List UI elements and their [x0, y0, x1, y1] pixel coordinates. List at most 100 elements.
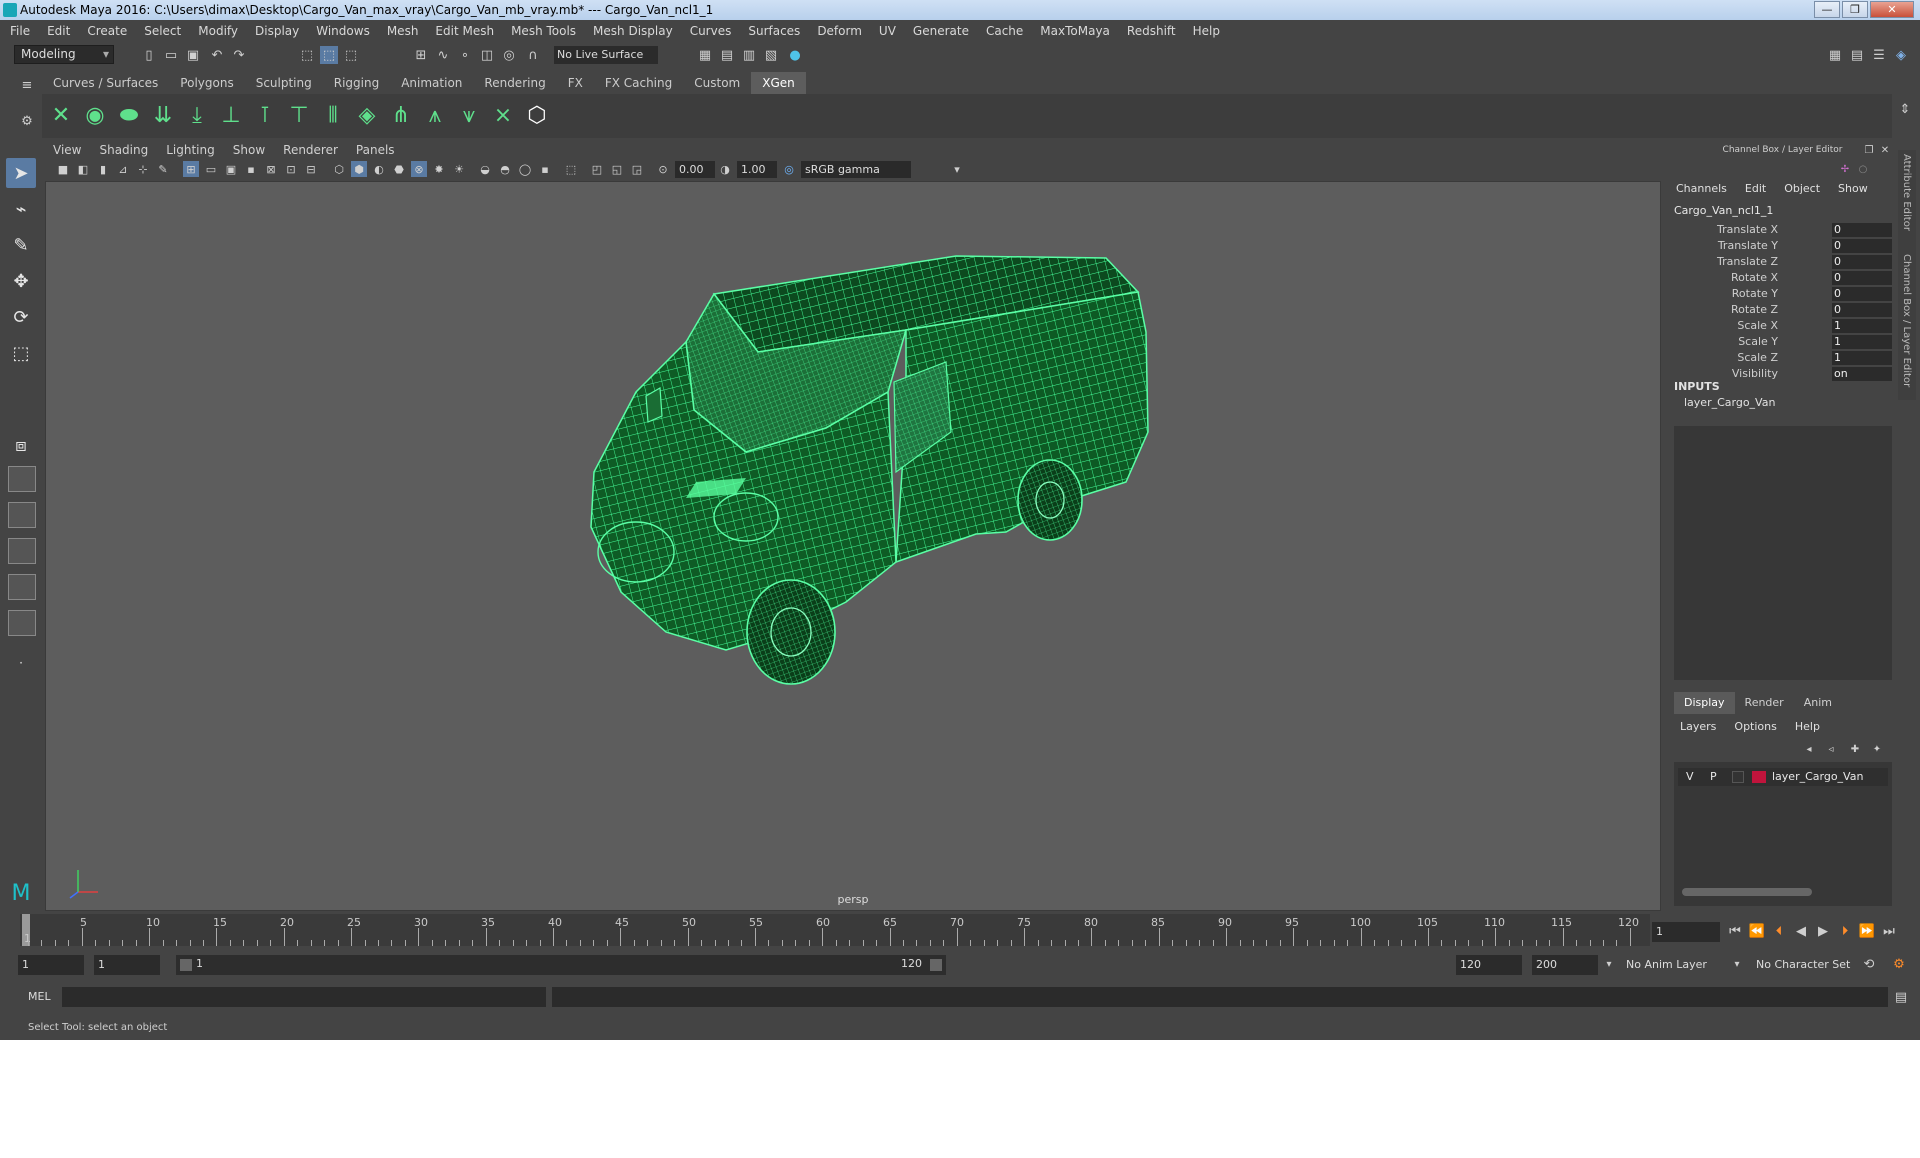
- attr-translate-y[interactable]: Translate Y 0: [1670, 238, 1895, 254]
- hypershade-icon[interactable]: ●: [786, 46, 804, 64]
- tab-rendering[interactable]: Rendering: [473, 72, 556, 94]
- range-start-handle[interactable]: [180, 959, 192, 971]
- menu-deform[interactable]: Deform: [817, 24, 862, 38]
- modeling-toolkit-icon[interactable]: ▦: [1826, 46, 1844, 64]
- selected-object-name[interactable]: Cargo_Van_ncl1_1: [1674, 204, 1773, 217]
- attr-value[interactable]: 0: [1832, 303, 1892, 317]
- playback-start-field[interactable]: 1: [94, 955, 160, 975]
- layer-menu-options[interactable]: Options: [1734, 720, 1776, 733]
- tab-render[interactable]: Render: [1735, 692, 1794, 714]
- new-layer-icon[interactable]: ✚: [1846, 740, 1864, 758]
- tab-display[interactable]: Display: [1674, 692, 1735, 714]
- xgen-editor-icon[interactable]: ✕: [46, 100, 76, 130]
- menu-mesh-tools[interactable]: Mesh Tools: [511, 24, 576, 38]
- cb-menu-edit[interactable]: Edit: [1745, 182, 1766, 195]
- layer-menu-help[interactable]: Help: [1795, 720, 1820, 733]
- safe-title-icon[interactable]: ⊟: [303, 161, 319, 177]
- attr-rotate-x[interactable]: Rotate X 0: [1670, 270, 1895, 286]
- xray-icon[interactable]: ⊗: [411, 161, 427, 177]
- render-current-icon[interactable]: ▤: [718, 46, 736, 64]
- redo-icon[interactable]: ↷: [230, 46, 248, 64]
- go-to-end-icon[interactable]: ⏭: [1880, 922, 1898, 940]
- hypershade-layout-icon[interactable]: [8, 574, 36, 600]
- persp-graph-layout-icon[interactable]: [8, 538, 36, 564]
- vp-menu-shading[interactable]: Shading: [99, 143, 148, 157]
- color-management-icon[interactable]: ◎: [781, 161, 797, 177]
- grid-icon[interactable]: ⊞: [183, 161, 199, 177]
- snap-live-icon[interactable]: ◎: [500, 46, 518, 64]
- cb-menu-channels[interactable]: Channels: [1676, 182, 1727, 195]
- toolbox-more-icon[interactable]: ·: [6, 648, 36, 678]
- menu-edit[interactable]: Edit: [47, 24, 70, 38]
- menu-maxtomaya[interactable]: MaxToMaya: [1040, 24, 1110, 38]
- minimize-button[interactable]: —: [1814, 1, 1840, 18]
- tab-animation[interactable]: Animation: [390, 72, 473, 94]
- menu-redshift[interactable]: Redshift: [1127, 24, 1176, 38]
- vp-menu-show[interactable]: Show: [233, 143, 265, 157]
- xgen-hex-icon[interactable]: ⬡: [522, 100, 552, 130]
- lasso-tool-icon[interactable]: ⌁: [6, 194, 36, 224]
- range-end-handle[interactable]: [930, 959, 942, 971]
- gamma-icon[interactable]: ◑: [717, 161, 733, 177]
- save-scene-icon[interactable]: ▣: [184, 46, 202, 64]
- animation-start-field[interactable]: 1: [18, 955, 84, 975]
- attr-value[interactable]: on: [1832, 367, 1892, 381]
- attr-translate-z[interactable]: Translate Z 0: [1670, 254, 1895, 270]
- resolution-gate-icon[interactable]: ▣: [223, 161, 239, 177]
- gate-mask-icon[interactable]: ▪: [243, 161, 259, 177]
- go-to-start-icon[interactable]: ⏮: [1726, 922, 1744, 940]
- color-space-chevron-down-icon[interactable]: ▾: [949, 161, 965, 177]
- character-set-dropdown[interactable]: No Character Set: [1752, 955, 1862, 975]
- attr-value[interactable]: 0: [1832, 223, 1892, 237]
- live-surface-field[interactable]: No Live Surface: [554, 46, 658, 64]
- tab-curves-surfaces[interactable]: Curves / Surfaces: [42, 72, 169, 94]
- tab-custom[interactable]: Custom: [683, 72, 751, 94]
- render-view-icon[interactable]: ▦: [696, 46, 714, 64]
- layer-list-scrollbar[interactable]: [1682, 888, 1812, 896]
- textured-icon[interactable]: ✸: [431, 161, 447, 177]
- menu-uv[interactable]: UV: [879, 24, 896, 38]
- menu-mesh-display[interactable]: Mesh Display: [593, 24, 673, 38]
- xgen-delete-icon[interactable]: ⨯: [488, 100, 518, 130]
- auto-keyframe-icon[interactable]: ⟲: [1860, 955, 1878, 973]
- play-backwards-icon[interactable]: ◀: [1792, 922, 1810, 940]
- script-editor-icon[interactable]: ▤: [1892, 988, 1910, 1006]
- exposure-field[interactable]: 0.00: [675, 161, 715, 178]
- menu-curves[interactable]: Curves: [690, 24, 732, 38]
- xgen-groom-icon[interactable]: ⬬: [114, 100, 144, 130]
- attr-value[interactable]: 0: [1832, 287, 1892, 301]
- tab-sculpting[interactable]: Sculpting: [245, 72, 323, 94]
- 2d-pan-zoom-icon[interactable]: ⊹: [135, 161, 151, 177]
- tab-polygons[interactable]: Polygons: [169, 72, 244, 94]
- shelf-menu-icon[interactable]: ≡: [18, 76, 36, 94]
- step-forward-key-icon[interactable]: ⏵: [1836, 922, 1854, 940]
- smooth-shade-icon[interactable]: ⬢: [351, 161, 367, 177]
- mode-selector[interactable]: Modeling: [14, 45, 114, 64]
- undo-icon[interactable]: ↶: [208, 46, 226, 64]
- xgen-lock-guides-icon[interactable]: ⊤: [284, 100, 314, 130]
- vp-menu-panels[interactable]: Panels: [356, 143, 395, 157]
- persp-outliner-layout-icon[interactable]: [8, 502, 36, 528]
- layer-name[interactable]: layer_Cargo_Van: [1772, 770, 1863, 783]
- menu-edit-mesh[interactable]: Edit Mesh: [435, 24, 494, 38]
- inputs-item[interactable]: layer_Cargo_Van: [1684, 396, 1775, 409]
- new-layer-from-selection-icon[interactable]: ✦: [1868, 740, 1886, 758]
- attr-scale-y[interactable]: Scale Y 1: [1670, 334, 1895, 350]
- xgen-create-description-icon[interactable]: ◉: [80, 100, 110, 130]
- move-tool-icon[interactable]: ✥: [6, 266, 36, 296]
- safe-action-icon[interactable]: ⊡: [283, 161, 299, 177]
- magnet-icon[interactable]: ∩: [524, 46, 542, 64]
- paint-select-tool-icon[interactable]: ✎: [6, 230, 36, 260]
- menu-display[interactable]: Display: [255, 24, 299, 38]
- grease-pencil-icon[interactable]: ✎: [155, 161, 171, 177]
- close-button[interactable]: ✕: [1870, 1, 1914, 18]
- select-object-icon[interactable]: ⬚: [320, 46, 338, 64]
- cb-menu-object[interactable]: Object: [1784, 182, 1820, 195]
- layer-color-swatch[interactable]: [1752, 771, 1766, 783]
- shadows-icon[interactable]: ◒: [477, 161, 493, 177]
- play-forwards-icon[interactable]: ▶: [1814, 922, 1832, 940]
- ipr-render-icon[interactable]: ▥: [740, 46, 758, 64]
- xgen-add-guide-icon[interactable]: ⤓: [182, 100, 212, 130]
- attribute-editor-toggle-icon[interactable]: ☰: [1870, 46, 1888, 64]
- menu-file[interactable]: File: [10, 24, 30, 38]
